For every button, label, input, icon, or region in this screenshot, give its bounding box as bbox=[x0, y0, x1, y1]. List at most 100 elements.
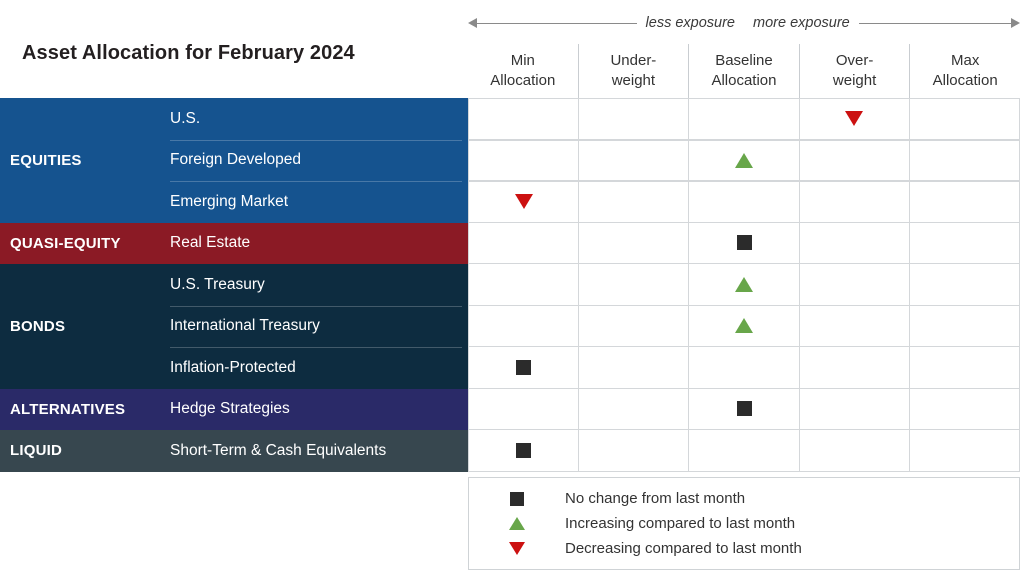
asset-group-equities: EQUITIES U.S. Foreign Developed Emerging Ma… bbox=[0, 98, 1021, 223]
group-label: BONDS bbox=[10, 317, 66, 335]
allocation-cell[interactable] bbox=[688, 347, 799, 389]
allocation-cell[interactable] bbox=[798, 388, 909, 430]
table-row: Short-Term & Cash Equivalents bbox=[160, 430, 1021, 472]
allocation-cell[interactable] bbox=[908, 347, 1021, 389]
column-header-line: Min bbox=[510, 52, 535, 70]
table-row: Emerging Market bbox=[160, 181, 1021, 223]
allocation-cell[interactable] bbox=[578, 139, 689, 181]
allocation-cell[interactable] bbox=[468, 98, 579, 140]
allocation-cell[interactable] bbox=[468, 139, 579, 181]
column-header-2: Baseline Allocation bbox=[688, 44, 799, 98]
allocation-cell[interactable] bbox=[798, 430, 909, 472]
allocation-cell[interactable] bbox=[688, 139, 799, 181]
allocation-cell[interactable] bbox=[798, 222, 909, 264]
asset-class-label: International Treasury bbox=[160, 305, 468, 348]
allocation-cell[interactable] bbox=[798, 181, 909, 223]
column-header-row: Min Allocation Under-weight Baseline Allocat… bbox=[468, 44, 1020, 99]
allocation-cell[interactable] bbox=[468, 305, 579, 347]
legend-item: No change from last month bbox=[469, 486, 1019, 511]
column-header-line: Baseline bbox=[715, 52, 773, 70]
asset-class-label: U.S. bbox=[170, 109, 201, 127]
allocation-table: EQUITIES U.S. Foreign Developed Emerging Ma… bbox=[0, 98, 1021, 472]
allocation-cell[interactable] bbox=[468, 388, 579, 430]
column-header-label: Under-weight bbox=[610, 51, 656, 91]
allocation-cell[interactable] bbox=[578, 347, 689, 389]
allocation-cell[interactable] bbox=[688, 264, 799, 306]
more-exposure-label: more exposure bbox=[753, 15, 850, 31]
allocation-cell[interactable] bbox=[468, 222, 579, 264]
allocation-cell[interactable] bbox=[688, 430, 799, 472]
allocation-cell[interactable] bbox=[798, 264, 909, 306]
legend: No change from last month Increasing comp… bbox=[468, 477, 1020, 570]
exposure-line-right bbox=[858, 22, 1011, 24]
asset-group-bonds: BONDS U.S. Treasury International Treasury… bbox=[0, 264, 1021, 389]
column-header-line: weight bbox=[832, 72, 877, 89]
allocation-cells bbox=[468, 388, 1021, 430]
allocation-cell[interactable] bbox=[468, 347, 579, 389]
column-header-label: Over-weight bbox=[833, 51, 876, 91]
allocation-cell[interactable] bbox=[908, 305, 1021, 347]
allocation-cell[interactable] bbox=[798, 139, 909, 181]
asset-class-label: Short-Term & Cash Equivalents bbox=[170, 441, 387, 459]
increase-triangle-icon bbox=[735, 152, 753, 168]
no-change-square-icon bbox=[516, 359, 532, 375]
legend-label: Decreasing compared to last month bbox=[565, 540, 802, 557]
allocation-cell[interactable] bbox=[908, 222, 1021, 264]
allocation-cell[interactable] bbox=[908, 98, 1021, 140]
allocation-cell[interactable] bbox=[468, 430, 579, 472]
allocation-cells bbox=[468, 139, 1021, 181]
column-header-line: Over- bbox=[835, 52, 874, 70]
group-label: QUASI-EQUITY bbox=[10, 234, 121, 252]
asset-group-quasi-equity: QUASI-EQUITY Real Estate bbox=[0, 222, 1021, 264]
allocation-cell[interactable] bbox=[468, 264, 579, 306]
allocation-cell[interactable] bbox=[908, 139, 1021, 181]
asset-class-label: Hedge Strategies bbox=[170, 400, 290, 418]
column-header-label: Baseline Allocation bbox=[711, 51, 776, 91]
allocation-cell[interactable] bbox=[908, 264, 1021, 306]
allocation-cells bbox=[468, 347, 1021, 389]
asset-class-label: Foreign Developed bbox=[160, 139, 468, 182]
decrease-triangle-icon bbox=[845, 111, 864, 127]
allocation-cell[interactable] bbox=[688, 181, 799, 223]
less-exposure-group: less exposure bbox=[468, 15, 744, 31]
allocation-cell[interactable] bbox=[688, 305, 799, 347]
legend-marker bbox=[469, 517, 565, 530]
group-rows: Short-Term & Cash Equivalents bbox=[160, 430, 1021, 472]
table-row: Hedge Strategies bbox=[160, 388, 1021, 430]
allocation-cell[interactable] bbox=[688, 98, 799, 140]
column-header-4: Max Allocation bbox=[909, 44, 1020, 98]
legend-marker bbox=[469, 542, 565, 555]
allocation-cells bbox=[468, 305, 1021, 347]
allocation-cell[interactable] bbox=[908, 388, 1021, 430]
allocation-cell[interactable] bbox=[578, 305, 689, 347]
increase-triangle-icon bbox=[509, 517, 525, 530]
allocation-cell[interactable] bbox=[578, 222, 689, 264]
asset-class-label: U.S. Treasury bbox=[170, 275, 265, 293]
allocation-cell[interactable] bbox=[798, 305, 909, 347]
allocation-cell[interactable] bbox=[798, 98, 909, 140]
allocation-cell[interactable] bbox=[578, 98, 689, 140]
legend-item: Decreasing compared to last month bbox=[469, 536, 1019, 561]
allocation-cell[interactable] bbox=[688, 388, 799, 430]
allocation-cell[interactable] bbox=[578, 181, 689, 223]
allocation-cell[interactable] bbox=[578, 264, 689, 306]
group-label: LIQUID bbox=[10, 442, 63, 460]
allocation-cell[interactable] bbox=[578, 388, 689, 430]
allocation-cell[interactable] bbox=[798, 347, 909, 389]
legend-item: Increasing compared to last month bbox=[469, 511, 1019, 536]
table-row: International Treasury bbox=[160, 305, 1021, 348]
allocation-cell[interactable] bbox=[578, 430, 689, 472]
group-label: EQUITIES bbox=[10, 151, 82, 169]
page-title: Asset Allocation for February 2024 bbox=[22, 42, 355, 64]
no-change-square-icon bbox=[510, 491, 524, 506]
decrease-triangle-icon bbox=[514, 194, 533, 210]
increase-triangle-icon bbox=[735, 276, 753, 292]
allocation-cell[interactable] bbox=[468, 181, 579, 223]
allocation-cell[interactable] bbox=[908, 181, 1021, 223]
allocation-cell[interactable] bbox=[688, 222, 799, 264]
allocation-cells bbox=[468, 430, 1021, 472]
asset-group-alternatives: ALTERNATIVES Hedge Strategies bbox=[0, 388, 1021, 430]
allocation-cell[interactable] bbox=[908, 430, 1021, 472]
table-row: U.S. bbox=[160, 98, 1021, 140]
column-header-3: Over-weight bbox=[798, 44, 910, 98]
